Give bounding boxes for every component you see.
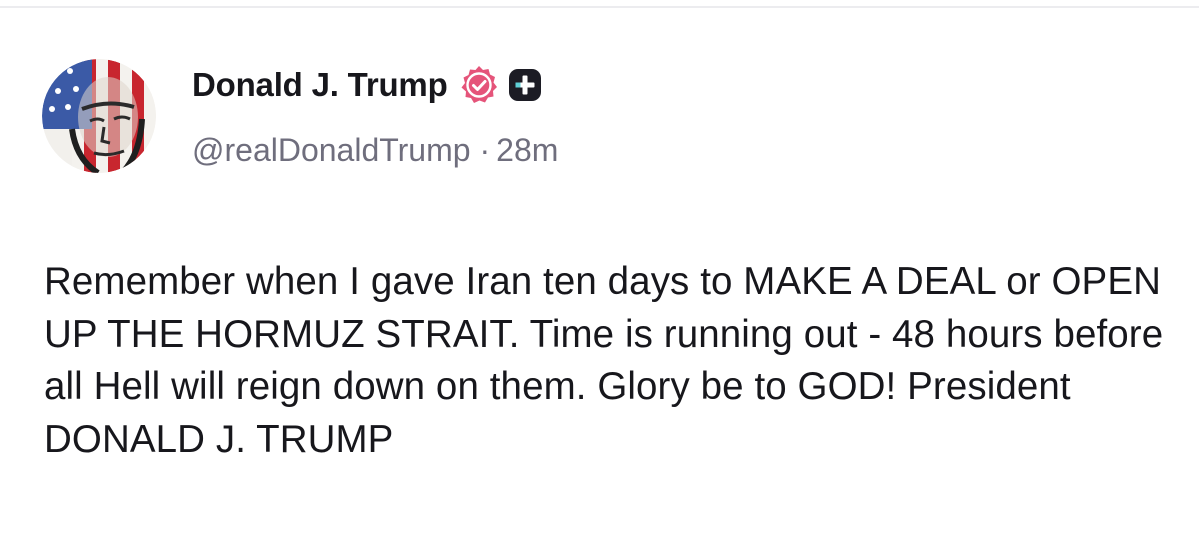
author-handle[interactable]: @realDonaldTrump	[192, 132, 471, 169]
plus-badge-icon	[508, 68, 542, 102]
avatar-image	[42, 59, 156, 173]
author-meta-row: @realDonaldTrump · 28m	[192, 130, 558, 170]
verified-badge-icon	[458, 64, 500, 106]
author-display-name[interactable]: Donald J. Trump	[192, 66, 448, 104]
post-card: Donald J. Trump @realDonaldTrump · 28m R…	[0, 0, 1199, 545]
post-body-text: Remember when I gave Iran ten days to MA…	[44, 260, 1164, 461]
post-timestamp[interactable]: 28m	[496, 132, 558, 169]
avatar[interactable]	[42, 59, 156, 173]
author-name-row: Donald J. Trump	[192, 62, 542, 108]
meta-separator: ·	[479, 131, 491, 168]
